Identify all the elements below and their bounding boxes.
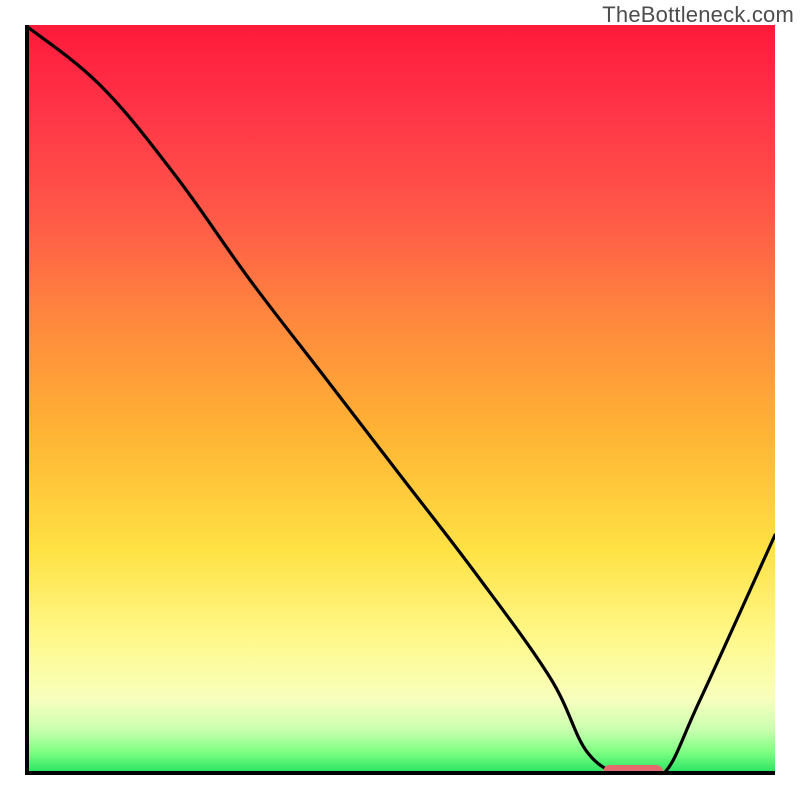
chart-root: TheBottleneck.com xyxy=(0,0,800,800)
optimal-zone-marker xyxy=(603,765,663,775)
curve-layer xyxy=(25,25,775,775)
plot-area xyxy=(25,25,775,775)
bottleneck-curve xyxy=(25,25,775,775)
